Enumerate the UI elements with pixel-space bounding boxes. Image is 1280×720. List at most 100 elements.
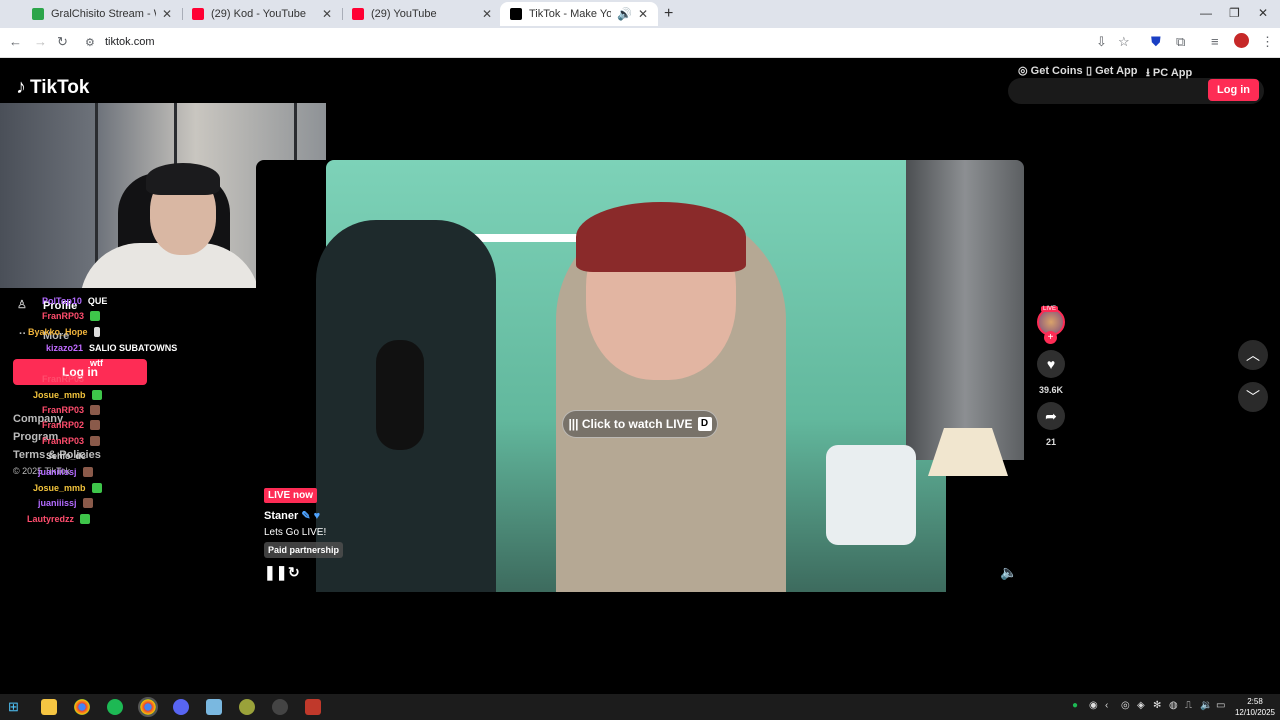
tray-nvidia-icon[interactable]: ◎ [1121, 700, 1130, 711]
streamer-username[interactable]: Staner ✎ ♥ [264, 509, 320, 522]
next-video-chevron-down-icon[interactable]: ﹀ [1238, 382, 1268, 412]
video-microphone [376, 340, 424, 450]
chat-message: PolTop10 QUE [42, 296, 107, 306]
youtube-icon [192, 8, 204, 20]
pause-icon[interactable]: ❚❚ [264, 564, 287, 581]
pc-app-button[interactable]: ⭳ PC App [1146, 64, 1192, 83]
bookmark-star-icon[interactable]: ☆ [1118, 34, 1130, 50]
share-arrow-icon[interactable]: ➦ [1037, 402, 1065, 430]
close-icon[interactable]: ✕ [322, 7, 332, 21]
speaker-icon[interactable]: 🔊 [617, 7, 632, 21]
tray-spotify-icon[interactable]: ● [1072, 700, 1078, 711]
get-app-button[interactable]: ▯ Get App [1086, 64, 1137, 77]
login-button-header[interactable]: Log in [1208, 79, 1259, 101]
new-tab-button[interactable]: + [664, 5, 673, 23]
obs-icon[interactable] [272, 699, 288, 715]
click-to-watch-live-button[interactable]: ||| Click to watch LIVE D [562, 410, 718, 438]
chat-text: wtf [90, 358, 103, 368]
live-bars-icon: ||| [568, 417, 582, 431]
file-explorer-icon[interactable] [41, 699, 57, 715]
logo-text: TikTok [30, 76, 90, 98]
tab-youtube[interactable]: (29) YouTube ✕ [342, 2, 502, 26]
tiktok-page: ♪ TikTok ◎ Get Coins ▯ Get App ⭳ PC App … [0, 58, 1280, 694]
video-description: Lets Go LIVE! [264, 527, 327, 538]
reload-icon[interactable]: ↻ [57, 34, 68, 50]
profile-avatar[interactable] [1234, 33, 1249, 48]
minimize-button[interactable]: — [1200, 6, 1212, 20]
tiktok-note-icon: ♪ [16, 76, 26, 98]
clock-date: 12/10/2025 [1234, 708, 1276, 717]
chat-badge-icon [90, 420, 101, 430]
chat-badge-icon [90, 436, 101, 446]
paid-partnership-label: Paid partnership [264, 542, 344, 558]
chat-message: wtf [84, 358, 103, 368]
tray-bluetooth-icon[interactable]: ✻ [1153, 700, 1161, 711]
video-room-window [906, 160, 1024, 460]
volume-icon[interactable]: 🔈 [1000, 564, 1017, 581]
tab-kod-youtube[interactable]: (29) Kod - YouTube ✕ [182, 2, 342, 26]
chat-username: Josue_mmb [33, 390, 86, 400]
close-icon[interactable]: ✕ [638, 7, 648, 21]
tray-steam-icon[interactable]: ◈ [1137, 700, 1145, 711]
tray-display-icon[interactable]: ▭ [1216, 700, 1225, 711]
app-red-icon[interactable] [305, 699, 321, 715]
extension-shield-icon[interactable]: ⛊ [1151, 34, 1161, 50]
site-info-icon[interactable]: ⚙ [85, 36, 95, 49]
tiktok-logo[interactable]: ♪ TikTok [16, 76, 89, 99]
username-label: Staner [264, 510, 299, 522]
chrome-active-icon[interactable] [138, 697, 158, 717]
tab-title: (29) Kod - YouTube [211, 8, 306, 20]
browser-tab-bar: GralChisito Stream - Watch Live ✕ (29) K… [0, 0, 1280, 28]
discord-icon[interactable] [173, 699, 189, 715]
taskbar-clock[interactable]: 2:58 12/10/2025 [1232, 696, 1278, 718]
follow-plus-icon[interactable]: + [1044, 331, 1057, 344]
tray-shield-icon[interactable]: ◍ [1169, 700, 1178, 711]
chat-message: kizazo21 SALIO SUBATOWNS [46, 343, 177, 353]
chat-text: SALIO SUBATOWNS [89, 343, 178, 353]
chrome-icon[interactable] [74, 699, 90, 715]
chat-username: Sehio_dc [46, 451, 87, 461]
menu-kebab-icon[interactable]: ⋮ [1261, 34, 1274, 50]
close-icon[interactable]: ✕ [162, 7, 172, 21]
restore-button[interactable]: ❐ [1229, 6, 1240, 20]
tray-volume-icon[interactable]: 🔉 [1200, 700, 1212, 711]
youtube-icon [352, 8, 364, 20]
chat-username: FranRP03 [42, 311, 85, 321]
back-icon[interactable]: ← [9, 34, 22, 49]
tab-gralchisito[interactable]: GralChisito Stream - Watch Live ✕ [22, 2, 182, 26]
live-video-player[interactable]: ||| Click to watch LIVE D LIVE now Stane… [256, 160, 1024, 592]
chat-message: juaniiissj [38, 498, 93, 508]
chat-username: FranRP03 [42, 436, 85, 446]
chat-badge-icon [91, 483, 102, 493]
tray-network-icon[interactable]: ⎍ [1185, 700, 1192, 711]
refresh-icon[interactable]: ↻ [288, 564, 300, 581]
get-coins-label: Get Coins [1030, 65, 1083, 77]
live-now-badge: LIVE now [264, 488, 317, 503]
app-icon[interactable] [239, 699, 255, 715]
video-person-hair [576, 202, 746, 272]
keyboard-shortcut-key: D [697, 417, 712, 431]
like-heart-icon[interactable]: ♥ [1037, 350, 1065, 378]
close-window-button[interactable]: ✕ [1258, 6, 1268, 20]
install-app-icon[interactable]: ⇩ [1096, 34, 1107, 50]
media-controls-icon[interactable]: ≡ [1211, 34, 1219, 49]
close-icon[interactable]: ✕ [482, 7, 492, 21]
tab-tiktok[interactable]: TikTok - Make Your Day 🔊 ✕ [500, 2, 658, 26]
tiktok-icon [510, 8, 522, 20]
tray-app-icon[interactable]: ‹ [1105, 700, 1108, 711]
more-dots-icon[interactable]: ·· [19, 328, 26, 340]
forward-icon[interactable]: → [34, 34, 47, 49]
chat-username: Josue_mmb [33, 483, 86, 493]
like-count: 39.6K [1038, 385, 1064, 395]
address-bar[interactable]: tiktok.com [105, 36, 155, 48]
profile-icon[interactable]: ♙ [17, 298, 27, 311]
notepad-icon[interactable] [206, 699, 222, 715]
spotify-icon[interactable] [107, 699, 123, 715]
get-coins-button[interactable]: ◎ Get Coins [1018, 64, 1083, 77]
chat-badge-icon [82, 498, 93, 508]
windows-start-icon[interactable]: ⊞ [8, 699, 24, 715]
previous-video-chevron-up-icon[interactable]: ︿ [1238, 340, 1268, 370]
favicon-icon [32, 8, 44, 20]
tray-discord-icon[interactable]: ◉ [1089, 700, 1098, 711]
extensions-puzzle-icon[interactable]: ⧉ [1176, 34, 1185, 50]
